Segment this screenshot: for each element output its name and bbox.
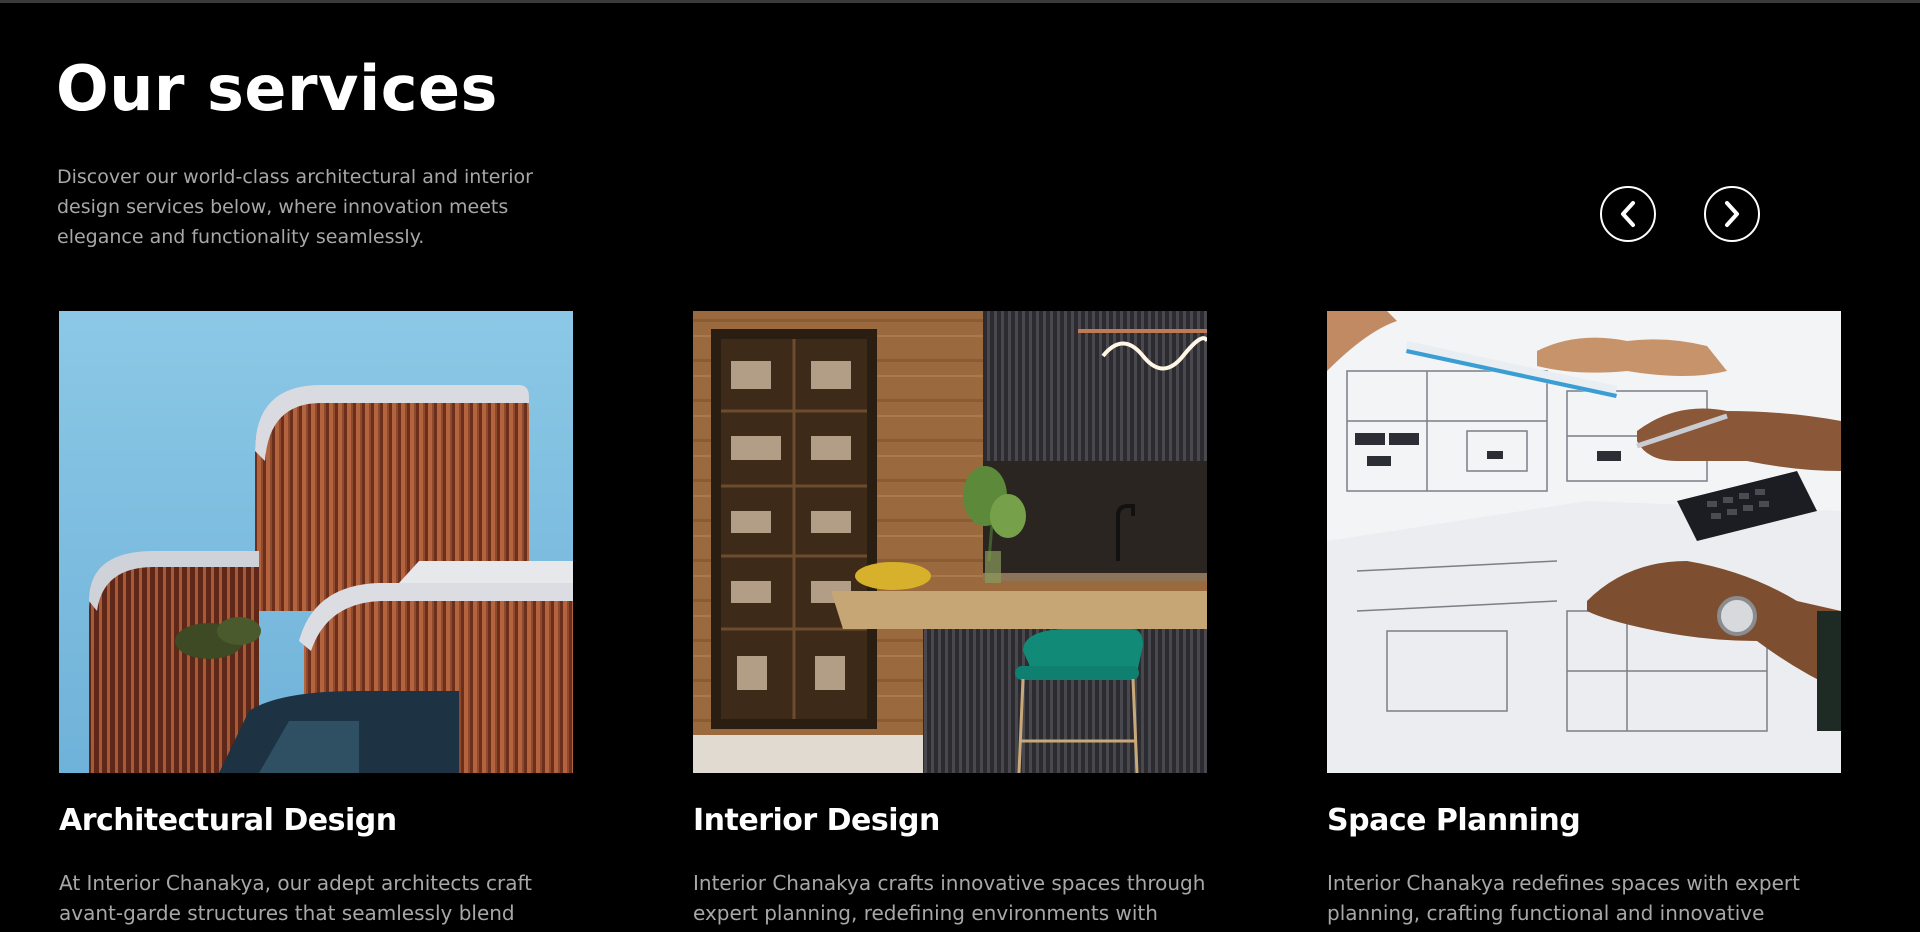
service-card-architectural-design[interactable]: Architectural Design At Interior Chanaky… bbox=[59, 311, 575, 925]
blueprint-planning-image bbox=[1327, 311, 1841, 773]
kitchen-interior-image bbox=[693, 311, 1207, 773]
service-description: At Interior Chanakya, our adept architec… bbox=[59, 871, 533, 925]
page-title: Our services bbox=[56, 52, 498, 125]
carousel-prev-button[interactable] bbox=[1600, 186, 1656, 242]
service-title: Architectural Design bbox=[59, 803, 397, 838]
service-description: Interior Chanakya redefines spaces with … bbox=[1327, 871, 1800, 925]
carousel-next-button[interactable] bbox=[1704, 186, 1760, 242]
top-border-line bbox=[0, 0, 1920, 3]
building-facade-image bbox=[59, 311, 573, 773]
service-card-space-planning[interactable]: Space Planning Interior Chanakya redefin… bbox=[1327, 311, 1843, 925]
chevron-right-icon bbox=[1725, 201, 1739, 227]
service-card-interior-design[interactable]: Interior Design Interior Chanakya crafts… bbox=[693, 311, 1209, 925]
service-title: Space Planning bbox=[1327, 803, 1581, 838]
service-description: Interior Chanakya crafts innovative spac… bbox=[693, 871, 1206, 925]
service-title: Interior Design bbox=[693, 803, 940, 838]
chevron-left-icon bbox=[1621, 201, 1635, 227]
section-intro: Discover our world-class architectural a… bbox=[57, 166, 533, 248]
